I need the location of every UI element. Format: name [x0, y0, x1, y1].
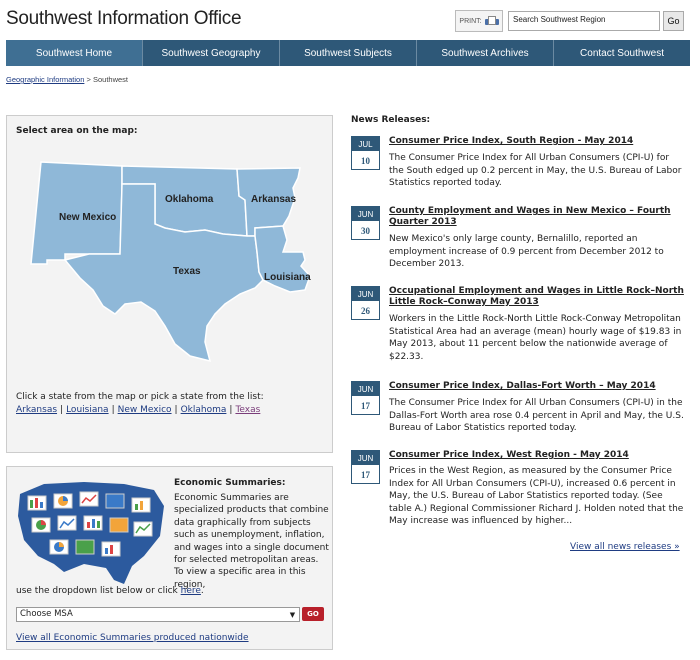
econ-summaries-map-image: [18, 482, 164, 584]
breadcrumb-current: Southwest: [92, 75, 128, 84]
chevron-down-icon: ▼: [289, 610, 296, 619]
map-panel: Select area on the map: New Mexico Oklah…: [6, 115, 333, 453]
news-heading: News Releases:: [351, 115, 431, 125]
map-caption: Click a state from the map or pick a sta…: [16, 392, 264, 402]
nav-southwest-archives[interactable]: Southwest Archives: [417, 40, 554, 66]
breadcrumb: Geographic Information > Southwest: [6, 75, 128, 84]
news-description: Prices in the West Region, as measured b…: [389, 466, 684, 527]
view-all-econ-link[interactable]: View all Economic Summaries produced nat…: [16, 633, 249, 643]
nav-contact-southwest[interactable]: Contact Southwest: [554, 40, 690, 66]
msa-select-value: Choose MSA: [20, 609, 73, 619]
econ-summaries-panel: Economic Summaries: Economic Summaries a…: [6, 466, 333, 650]
print-button[interactable]: PRINT:: [455, 10, 503, 32]
nav-southwest-subjects[interactable]: Southwest Subjects: [280, 40, 417, 66]
label-oklahoma: Oklahoma: [165, 194, 214, 205]
news-description: The Consumer Price Index for All Urban C…: [389, 153, 682, 189]
nav-southwest-home[interactable]: Southwest Home: [6, 40, 143, 66]
map-heading: Select area on the map:: [16, 126, 138, 136]
print-label: PRINT:: [459, 17, 482, 25]
state-links: Arkansas | Louisiana | New Mexico | Oklahoma | T…: [16, 405, 261, 415]
state-link-new-mexico[interactable]: New Mexico: [118, 405, 172, 415]
news-title-link[interactable]: Occupational Employment and Wages in Lit…: [389, 286, 686, 308]
news-description: New Mexico's only large county, Bernalil…: [389, 234, 664, 270]
news-title-link[interactable]: Consumer Price Index, Dallas-Fort Worth …: [389, 381, 686, 392]
state-link-arkansas[interactable]: Arkansas: [16, 405, 57, 415]
label-texas: Texas: [173, 266, 201, 277]
nav-southwest-geography[interactable]: Southwest Geography: [143, 40, 280, 66]
region-map: New Mexico Oklahoma Arkansas Texas Louis…: [30, 161, 311, 363]
msa-go-button[interactable]: GO: [302, 607, 324, 621]
label-louisiana: Louisiana: [264, 272, 311, 283]
news-description: Workers in the Little Rock-North Little …: [389, 314, 682, 362]
state-link-oklahoma[interactable]: Oklahoma: [181, 405, 227, 415]
main-nav: Southwest Home Southwest Geography South…: [6, 40, 690, 66]
date-badge: JUL 10: [351, 136, 380, 170]
header: Southwest Information Office PRINT: Sear…: [0, 0, 700, 40]
msa-select[interactable]: Choose MSA ▼: [16, 607, 300, 622]
search-go-button[interactable]: Go: [663, 11, 684, 31]
news-title-link[interactable]: Consumer Price Index, South Region - May…: [389, 136, 686, 147]
state-link-texas[interactable]: Texas: [235, 405, 260, 415]
date-badge: JUN 30: [351, 206, 380, 240]
view-all-news-link[interactable]: View all news releases »: [570, 542, 680, 552]
breadcrumb-separator: >: [86, 75, 91, 84]
label-arkansas: Arkansas: [251, 194, 296, 205]
state-link-louisiana[interactable]: Louisiana: [66, 405, 109, 415]
econ-instruction: use the dropdown list below or click her…: [16, 586, 204, 596]
date-badge: JUN 26: [351, 286, 380, 320]
econ-heading: Economic Summaries:: [174, 478, 286, 488]
econ-here-link[interactable]: here: [181, 586, 201, 596]
label-new-mexico: New Mexico: [59, 212, 116, 223]
printer-icon: [484, 15, 499, 27]
date-badge: JUN 17: [351, 381, 380, 415]
search-input[interactable]: Search Southwest Region: [508, 11, 660, 31]
news-title-link[interactable]: County Employment and Wages in New Mexic…: [389, 206, 686, 228]
date-badge: JUN 17: [351, 450, 380, 484]
breadcrumb-link-geographic[interactable]: Geographic Information: [6, 75, 84, 84]
news-description: The Consumer Price Index for All Urban C…: [389, 398, 684, 434]
site-title: Southwest Information Office: [6, 8, 242, 29]
econ-description: Economic Summaries are specialized produ…: [174, 493, 329, 590]
news-title-link[interactable]: Consumer Price Index, West Region - May …: [389, 450, 686, 461]
